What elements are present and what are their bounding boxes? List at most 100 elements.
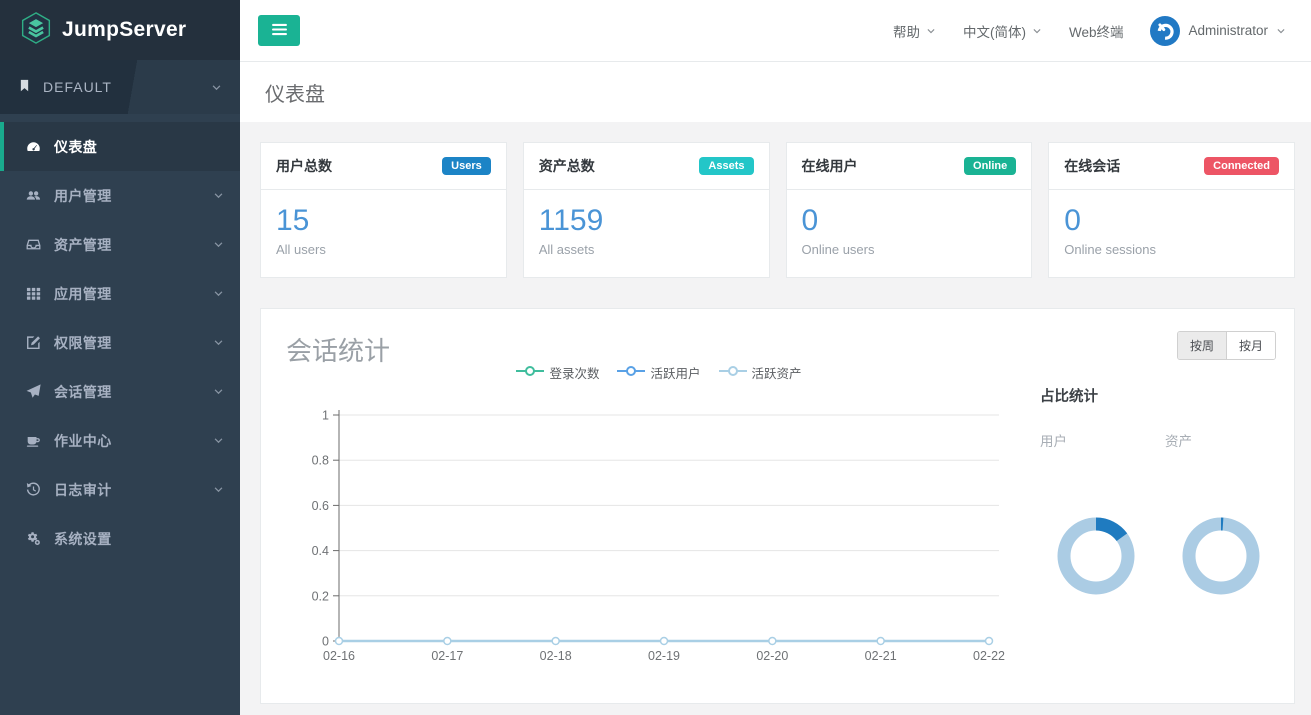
legend-item[interactable]: 活跃用户 xyxy=(617,363,700,382)
sidebar-item-perms[interactable]: 权限管理 xyxy=(0,318,240,367)
range-button-group: 按周按月 xyxy=(1177,331,1276,360)
range-button-week[interactable]: 按周 xyxy=(1178,332,1226,359)
navbar-right: 帮助 中文(简体) Web终端 xyxy=(893,16,1286,46)
svg-text:1: 1 xyxy=(322,408,329,422)
sidebar-toggle-button[interactable] xyxy=(258,15,300,46)
status-badge: Connected xyxy=(1204,157,1279,175)
legend-item[interactable]: 活跃资产 xyxy=(719,363,802,382)
ratio-section: 占比统计 用户资产 xyxy=(1033,385,1293,602)
legend-label: 登录次数 xyxy=(549,363,599,382)
line-chart-wrap: 00.20.40.60.8102-1602-1702-1802-1902-200… xyxy=(289,395,1029,676)
legend-label: 活跃用户 xyxy=(650,363,700,382)
svg-text:02-18: 02-18 xyxy=(540,649,572,663)
chevron-down-icon xyxy=(213,288,224,299)
sidebar-item-apps[interactable]: 应用管理 xyxy=(0,269,240,318)
sidebar-item-settings[interactable]: 系统设置 xyxy=(0,514,240,563)
chevron-down-icon xyxy=(1032,26,1042,36)
sidebar-item-audits[interactable]: 日志审计 xyxy=(0,465,240,514)
gauge-icon xyxy=(26,139,43,154)
username-label: Administrator xyxy=(1188,23,1268,38)
org-selector[interactable]: DEFAULT xyxy=(0,60,240,114)
users-icon xyxy=(26,188,43,203)
status-badge: Assets xyxy=(699,157,753,175)
jumpserver-logo-icon xyxy=(20,12,52,49)
hamburger-icon xyxy=(271,23,288,39)
stat-card-total-users: 用户总数Users 15 All users xyxy=(260,142,507,278)
chevron-down-icon xyxy=(213,386,224,397)
legend-label: 活跃资产 xyxy=(752,363,802,382)
svg-text:02-17: 02-17 xyxy=(431,649,463,663)
stat-card-value: 0 xyxy=(802,204,1017,239)
svg-text:0.2: 0.2 xyxy=(312,589,329,603)
main-area: 帮助 中文(简体) Web终端 xyxy=(240,0,1311,715)
stat-card-online-sessions: 在线会话Connected0Online sessions xyxy=(1048,142,1295,278)
stats-row: 用户总数Users 15 All users 资产总数 Assets 1159All as… xyxy=(260,142,1295,278)
sidebar-menu: 仪表盘用户管理资产管理应用管理权限管理会话管理作业中心日志审计系统设置 xyxy=(0,122,240,563)
stat-card-body: 0Online sessions xyxy=(1049,190,1294,277)
legend-marker-icon xyxy=(516,365,544,380)
sidebar-item-jobs[interactable]: 作业中心 xyxy=(0,416,240,465)
chevron-down-icon xyxy=(213,190,224,201)
user-menu[interactable]: Administrator xyxy=(1150,16,1286,46)
chevron-down-icon xyxy=(211,82,222,93)
help-label: 帮助 xyxy=(893,21,920,41)
stat-card-header: 在线用户 Online xyxy=(787,143,1032,190)
svg-text:0.8: 0.8 xyxy=(312,453,329,467)
logo[interactable]: JumpServer xyxy=(0,0,240,60)
donut-chart-assets xyxy=(1175,510,1267,602)
send-icon xyxy=(26,384,43,399)
legend-item[interactable]: 登录次数 xyxy=(516,363,599,382)
stat-card-header: 用户总数Users xyxy=(261,143,506,190)
stat-card-caption: All users xyxy=(276,242,491,257)
stat-card-body: 1159All assets xyxy=(524,190,769,277)
stat-card-total-assets: 资产总数 Assets 1159All assets xyxy=(523,142,770,278)
sidebar-item-label: 日志审计 xyxy=(54,480,213,500)
grid-icon xyxy=(26,286,43,301)
gears-icon xyxy=(26,531,43,546)
web-terminal-label: Web终端 xyxy=(1069,21,1124,41)
chevron-down-icon xyxy=(213,239,224,250)
sidebar-item-label: 用户管理 xyxy=(54,186,213,206)
bookmark-icon xyxy=(18,79,31,95)
web-terminal-link[interactable]: Web终端 xyxy=(1069,21,1124,41)
chevron-down-icon xyxy=(213,337,224,348)
stat-card-header: 在线会话Connected xyxy=(1049,143,1294,190)
range-button-month[interactable]: 按月 xyxy=(1226,332,1275,359)
language-menu[interactable]: 中文(简体) xyxy=(963,21,1042,41)
top-navbar: 帮助 中文(简体) Web终端 xyxy=(240,0,1311,62)
sidebar-item-dashboard[interactable]: 仪表盘 xyxy=(0,122,240,171)
stat-card-online-users: 在线用户 Online 0Online users xyxy=(786,142,1033,278)
edit-icon xyxy=(26,335,43,350)
chart-legend: 登录次数 活跃用户 活跃资产 xyxy=(489,363,829,382)
sidebar-item-assets[interactable]: 资产管理 xyxy=(0,220,240,269)
brand-name: JumpServer xyxy=(62,18,186,42)
content: 用户总数Users 15 All users 资产总数 Assets 1159All as… xyxy=(240,122,1311,715)
stat-card-value: 0 xyxy=(1064,204,1279,239)
ratio-title: 占比统计 xyxy=(1040,385,1293,406)
donut-chart-users xyxy=(1050,510,1142,602)
stat-card-body: 0Online users xyxy=(787,190,1032,277)
stat-card-caption: All assets xyxy=(539,242,754,257)
chevron-down-icon xyxy=(213,484,224,495)
svg-text:0.4: 0.4 xyxy=(312,544,329,558)
sidebar: JumpServer DEFAULT 仪表盘用户管理资产管理应用管理权限管理会话… xyxy=(0,0,240,715)
history-icon xyxy=(26,482,43,497)
svg-text:02-19: 02-19 xyxy=(648,649,680,663)
sidebar-item-users[interactable]: 用户管理 xyxy=(0,171,240,220)
sidebar-item-label: 仪表盘 xyxy=(54,137,224,157)
sidebar-item-sessions[interactable]: 会话管理 xyxy=(0,367,240,416)
svg-text:02-16: 02-16 xyxy=(323,649,355,663)
stat-card-value: 15 xyxy=(276,204,491,239)
stat-card-title: 资产总数 xyxy=(539,156,595,176)
donut-label: 资产 xyxy=(1158,430,1283,450)
stat-card-title: 用户总数 xyxy=(276,156,332,176)
stat-card-body: 15 All users xyxy=(261,190,506,277)
donut-col-assets: 资产 xyxy=(1158,430,1283,602)
page-title: 仪表盘 xyxy=(265,78,325,107)
legend-marker-icon xyxy=(617,365,645,380)
help-menu[interactable]: 帮助 xyxy=(893,21,936,41)
stat-card-title: 在线用户 xyxy=(802,156,858,176)
chevron-down-icon xyxy=(213,435,224,446)
inbox-icon xyxy=(26,237,43,252)
status-badge: Online xyxy=(964,157,1016,175)
